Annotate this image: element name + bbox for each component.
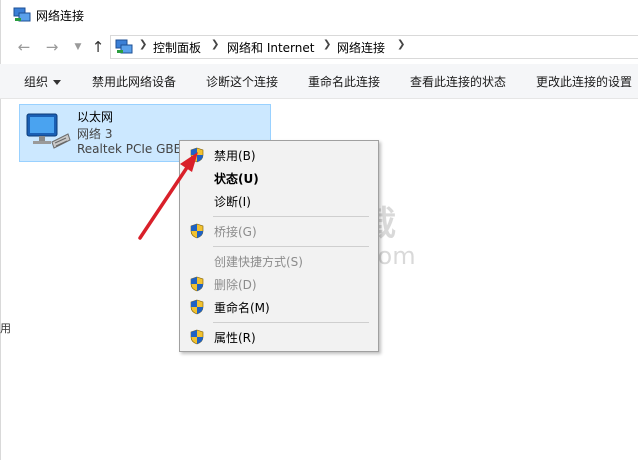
chevron-right-icon: ❯: [323, 39, 332, 50]
connection-network: 网络 3: [77, 127, 113, 141]
arrow-left-icon[interactable]: ←: [14, 37, 34, 57]
menu-separator: [213, 216, 369, 217]
diagnose-button[interactable]: 诊断这个连接: [206, 73, 278, 90]
command-bar: 组织 禁用此网络设备 诊断这个连接 重命名此连接 查看此连接的状态 更改此连接的…: [0, 64, 638, 99]
chevron-right-icon: ❯: [397, 39, 406, 50]
navigation-bar: ← → ▼ ↑ ❯ 控制面板 ❯ 网络和 Internet ❯ 网络连接 ❯: [0, 32, 638, 62]
menu-separator: [213, 246, 369, 247]
view-status-button[interactable]: 查看此连接的状态: [410, 73, 506, 90]
chevron-right-icon: ❯: [211, 39, 220, 50]
organize-button[interactable]: 组织: [24, 73, 62, 90]
ethernet-adapter-icon: [26, 113, 71, 149]
menu-item-create-shortcut[interactable]: 创建快捷方式(S): [180, 250, 378, 272]
uac-shield-icon: [190, 299, 204, 315]
menu-item-label: 桥接(G): [214, 225, 257, 239]
change-settings-button[interactable]: 更改此连接的设置: [536, 73, 632, 90]
uac-shield-icon: [190, 329, 204, 345]
chevron-down-icon: [53, 80, 62, 85]
rename-button[interactable]: 重命名此连接: [308, 73, 380, 90]
menu-item-properties[interactable]: 属性(R): [180, 326, 378, 348]
title-bar: 网络连接: [0, 0, 638, 32]
menu-item-label: 属性(R): [214, 331, 256, 345]
annotation-arrow-icon: [138, 152, 198, 240]
connection-name: 以太网: [77, 110, 114, 124]
menu-item-label: 诊断(I): [214, 195, 251, 209]
menu-item-label: 删除(D): [214, 278, 257, 292]
organize-label: 组织: [24, 75, 49, 89]
control-panel-icon: [115, 39, 133, 54]
menu-separator: [213, 322, 369, 323]
window-title: 网络连接: [36, 9, 85, 23]
arrow-right-icon[interactable]: →: [42, 37, 62, 57]
address-bar[interactable]: ❯ 控制面板 ❯ 网络和 Internet ❯ 网络连接 ❯: [110, 35, 638, 59]
menu-item-rename[interactable]: 重命名(M): [180, 296, 378, 318]
breadcrumb-control-panel[interactable]: 控制面板: [153, 39, 201, 56]
edge-text-fragment: 用: [0, 322, 11, 335]
chevron-right-icon: ❯: [139, 39, 148, 50]
network-connections-icon: [13, 7, 31, 22]
chevron-down-icon[interactable]: ▼: [68, 37, 88, 57]
arrow-up-icon[interactable]: ↑: [88, 37, 108, 57]
menu-item-label: 重命名(M): [214, 301, 270, 315]
menu-item-label: 创建快捷方式(S): [214, 255, 303, 269]
breadcrumb-network-connections[interactable]: 网络连接: [337, 39, 385, 56]
menu-item-label: 禁用(B): [214, 149, 256, 163]
menu-item-delete[interactable]: 删除(D): [180, 273, 378, 295]
menu-item-label: 状态(U): [214, 172, 259, 186]
breadcrumb-network-internet[interactable]: 网络和 Internet: [227, 39, 314, 56]
disable-device-button[interactable]: 禁用此网络设备: [92, 73, 176, 90]
uac-shield-icon: [190, 276, 204, 292]
